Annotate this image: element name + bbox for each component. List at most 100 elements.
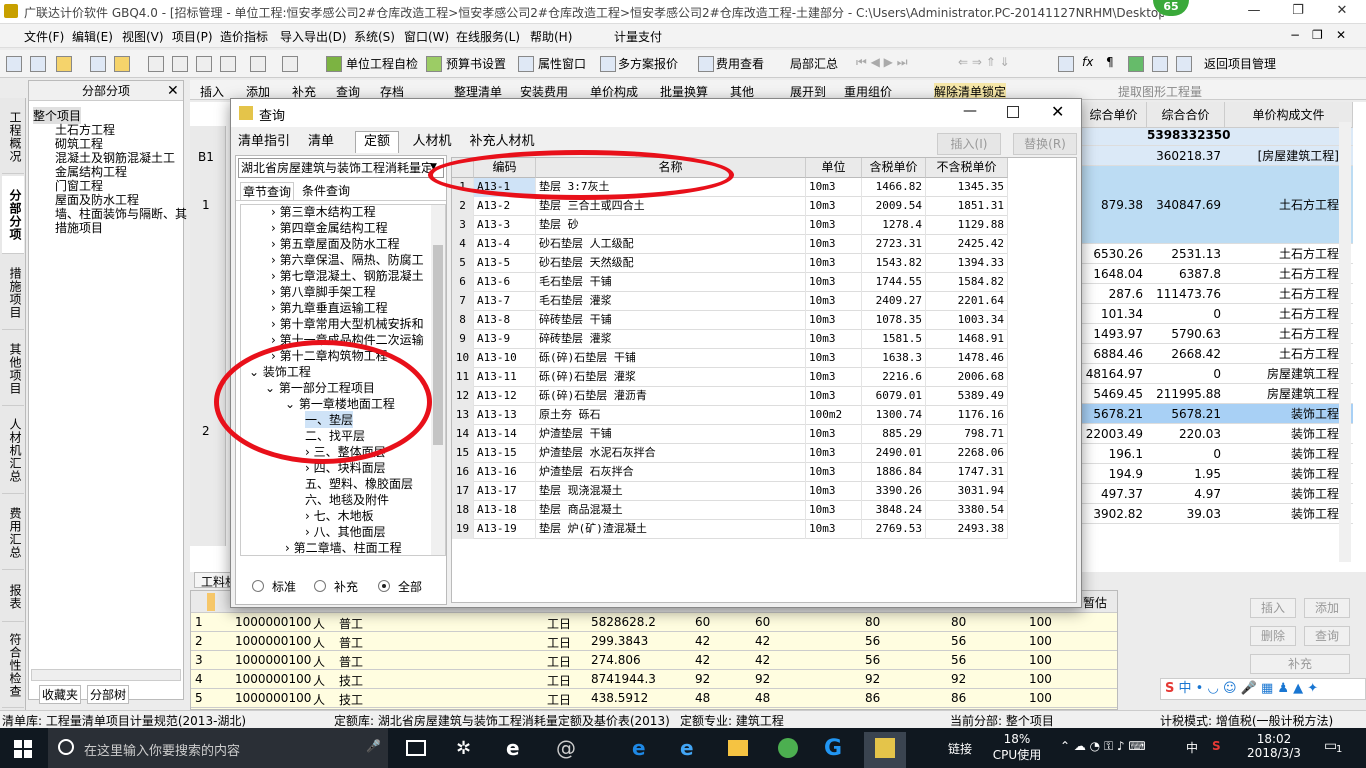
quota-row[interactable]: 12 A13-12 砾(碎)石垫层 灌沥青 10m3 6079.01 5389.49 bbox=[452, 387, 1008, 406]
dialog-close-button[interactable]: ✕ bbox=[1051, 102, 1064, 121]
windows-start-icon[interactable] bbox=[14, 740, 32, 758]
table-row[interactable]: 879.38 340847.69 土石方工程 bbox=[1081, 166, 1353, 244]
self-check-button[interactable]: 单位工程自检 bbox=[346, 55, 418, 72]
nav-project-overview[interactable]: 工程概况 bbox=[2, 100, 24, 174]
chapter-tree-item[interactable]: › 第五章屋面及防水工程 bbox=[271, 235, 400, 252]
ie-icon[interactable]: e bbox=[680, 736, 694, 760]
dialog-minimize-button[interactable]: — bbox=[963, 103, 977, 119]
edge-icon[interactable]: e bbox=[506, 736, 520, 760]
mdi-close-button[interactable]: ✕ bbox=[1336, 28, 1346, 42]
quota-row[interactable]: 10 A13-10 砾(碎)石垫层 干铺 10m3 1638.3 1478.46 bbox=[452, 349, 1008, 368]
tab-condition-query[interactable]: 条件查询 bbox=[300, 182, 352, 199]
chapter-tree-item[interactable]: › 第十章常用大型机械安拆和 bbox=[271, 315, 424, 332]
table-row[interactable]: 1493.97 5790.63 土石方工程 bbox=[1081, 324, 1353, 344]
quota-row[interactable]: 3 A13-3 垫层 砂 10m3 1278.4 1129.88 bbox=[452, 216, 1008, 235]
lower-add-button[interactable]: 添加 bbox=[1304, 598, 1350, 618]
taskbar-search-box[interactable]: 在这里输入你要搜索的内容 🎤 bbox=[48, 728, 388, 768]
insert-button[interactable]: 插入 bbox=[200, 83, 224, 100]
chapter-tree-item[interactable]: › 第二章墙、柱面工程 bbox=[285, 539, 402, 555]
table-row[interactable]: 5469.45 211995.88 房屋建筑工程 bbox=[1081, 384, 1353, 404]
menu-project[interactable]: 项目(P) bbox=[172, 28, 213, 45]
undo-icon[interactable] bbox=[250, 56, 266, 72]
nav-measures[interactable]: 措施项目 bbox=[2, 256, 24, 330]
cut-icon[interactable] bbox=[148, 56, 164, 72]
multi-plan-quote-button[interactable]: 多方案报价 bbox=[618, 55, 678, 72]
table-row[interactable]: 194.9 1.95 装饰工程 bbox=[1081, 464, 1353, 484]
table-row[interactable]: 287.6 111473.76 土石方工程 bbox=[1081, 284, 1353, 304]
chevron-icon[interactable]: › bbox=[271, 205, 280, 219]
fan-app-icon[interactable]: ✲ bbox=[456, 738, 471, 759]
quota-row[interactable]: 18 A13-18 垫层 商品混凝土 10m3 3848.24 3380.54 bbox=[452, 501, 1008, 520]
save-icon[interactable] bbox=[90, 56, 106, 72]
quota-row[interactable]: 13 A13-13 原土夯 砾石 100m2 1300.74 1176.16 bbox=[452, 406, 1008, 425]
chevron-icon[interactable]: › bbox=[271, 285, 280, 299]
formula-icon[interactable]: fx bbox=[1082, 55, 1093, 69]
tray-link[interactable]: 链接 bbox=[948, 740, 972, 757]
microphone-icon[interactable]: 🎤 bbox=[366, 739, 381, 753]
new-icon[interactable] bbox=[6, 56, 22, 72]
quota-row[interactable]: 6 A13-6 毛石垫层 干铺 10m3 1744.55 1584.82 bbox=[452, 273, 1008, 292]
tree-close-icon[interactable]: ✕ bbox=[167, 83, 179, 99]
table-row[interactable]: 22003.49 220.03 装饰工程 bbox=[1081, 424, 1353, 444]
quota-row[interactable]: 8 A13-8 碎砖垫层 干铺 10m3 1078.35 1003.34 bbox=[452, 311, 1008, 330]
radio-standard[interactable] bbox=[252, 580, 264, 592]
menu-system[interactable]: 系统(S) bbox=[354, 28, 395, 45]
chapter-tree-item[interactable]: › 七、木地板 bbox=[305, 507, 374, 524]
table-row[interactable]: 3 1000000100 人普工 工日 274.806 42 42 56 56 100 bbox=[191, 651, 1117, 670]
properties-window-button[interactable]: 属性窗口 bbox=[538, 55, 586, 72]
nav-labor-material-summary[interactable]: 人材机汇总 bbox=[2, 408, 24, 494]
quota-row[interactable]: 9 A13-9 碎砖垫层 灌浆 10m3 1581.5 1468.91 bbox=[452, 330, 1008, 349]
file-explorer-icon[interactable] bbox=[728, 740, 748, 756]
chevron-icon[interactable]: › bbox=[271, 301, 280, 315]
tree-vertical-scrollbar[interactable] bbox=[431, 205, 445, 555]
summary-row[interactable]: 5398332350 bbox=[1081, 128, 1353, 146]
nav-first-icon[interactable]: ⏮ ◀ ▶ ⏭ bbox=[856, 55, 908, 70]
nav-compliance-check[interactable]: 符合性检查 bbox=[2, 624, 24, 708]
quota-row[interactable]: 19 A13-19 垫层 炉(矿)渣混凝土 10m3 2769.53 2493.38 bbox=[452, 520, 1008, 539]
chapter-tree-item[interactable]: › 第四章金属结构工程 bbox=[271, 219, 388, 236]
chevron-icon[interactable]: › bbox=[305, 525, 314, 539]
active-app-slot[interactable] bbox=[864, 732, 906, 768]
quota-row[interactable]: 16 A13-16 炉渣垫层 石灰拌合 10m3 1886.84 1747.31 bbox=[452, 463, 1008, 482]
restore-button[interactable]: ❐ bbox=[1276, 0, 1320, 22]
table-row[interactable]: 497.37 4.97 装饰工程 bbox=[1081, 484, 1353, 504]
scroll-thumb[interactable] bbox=[433, 245, 443, 445]
green-tool-icon[interactable] bbox=[1128, 56, 1144, 72]
library-select[interactable]: 湖北省房屋建筑与装饰工程消耗量定 bbox=[238, 158, 444, 178]
chevron-icon[interactable]: › bbox=[271, 253, 280, 267]
sogou-tray-icon[interactable]: S bbox=[1212, 739, 1221, 753]
main-vertical-scrollbar[interactable] bbox=[1339, 122, 1351, 562]
open-icon[interactable] bbox=[30, 56, 46, 72]
menu-window[interactable]: 窗口(W) bbox=[404, 28, 449, 45]
table-row[interactable]: 4 1000000100 人技工 工日 8741944.3 92 92 92 92 100 bbox=[191, 670, 1117, 689]
chevron-icon[interactable]: › bbox=[285, 541, 294, 555]
table-row[interactable]: 6530.26 2531.13 土石方工程 bbox=[1081, 244, 1353, 264]
quota-row[interactable]: 2 A13-2 垫层 三合土或四合土 10m3 2009.54 1851.31 bbox=[452, 197, 1008, 216]
menu-cost-index[interactable]: 造价指标 bbox=[220, 28, 268, 45]
chevron-icon[interactable]: › bbox=[305, 509, 314, 523]
tab-labor-material[interactable]: 人材机 bbox=[407, 131, 457, 153]
table-row[interactable]: 6884.46 2668.42 土石方工程 bbox=[1081, 344, 1353, 364]
edge-blue-icon[interactable]: e bbox=[632, 736, 646, 760]
quota-row[interactable]: 7 A13-7 毛石垫层 灌浆 10m3 2409.27 2201.64 bbox=[452, 292, 1008, 311]
chevron-icon[interactable]: › bbox=[271, 317, 280, 331]
tree-item[interactable]: 措施项目 bbox=[55, 219, 103, 236]
minimize-button[interactable]: — bbox=[1232, 0, 1276, 22]
lower-insert-button[interactable]: 插入 bbox=[1250, 598, 1296, 618]
lower-delete-button[interactable]: 删除 bbox=[1250, 626, 1296, 646]
table-row[interactable]: 3902.82 39.03 装饰工程 bbox=[1081, 504, 1353, 524]
quota-row[interactable]: 5 A13-5 砂石垫层 天然级配 10m3 1543.82 1394.33 bbox=[452, 254, 1008, 273]
menu-help[interactable]: 帮助(H) bbox=[530, 28, 572, 45]
paragraph-icon[interactable]: ¶ bbox=[1106, 55, 1114, 69]
mdi-minimize-button[interactable]: − bbox=[1290, 28, 1300, 42]
ime-toolbar[interactable]: S 中 • ◡ ☺ 🎤 ▦ ♟ ▲ ✦ bbox=[1160, 678, 1366, 700]
menu-file[interactable]: 文件(F) bbox=[24, 28, 64, 45]
menu-online[interactable]: 在线服务(L) bbox=[456, 28, 520, 45]
mdi-restore-button[interactable]: ❐ bbox=[1312, 28, 1323, 42]
tab-favorites[interactable]: 收藏夹 bbox=[39, 685, 82, 704]
chapter-tree-item[interactable]: › 八、其他面层 bbox=[305, 523, 386, 540]
menu-edit[interactable]: 编辑(E) bbox=[72, 28, 113, 45]
lower-supplement-button[interactable]: 补充 bbox=[1250, 654, 1350, 674]
tab-list-guide[interactable]: 清单指引 bbox=[235, 131, 293, 153]
paste-icon[interactable] bbox=[196, 56, 212, 72]
